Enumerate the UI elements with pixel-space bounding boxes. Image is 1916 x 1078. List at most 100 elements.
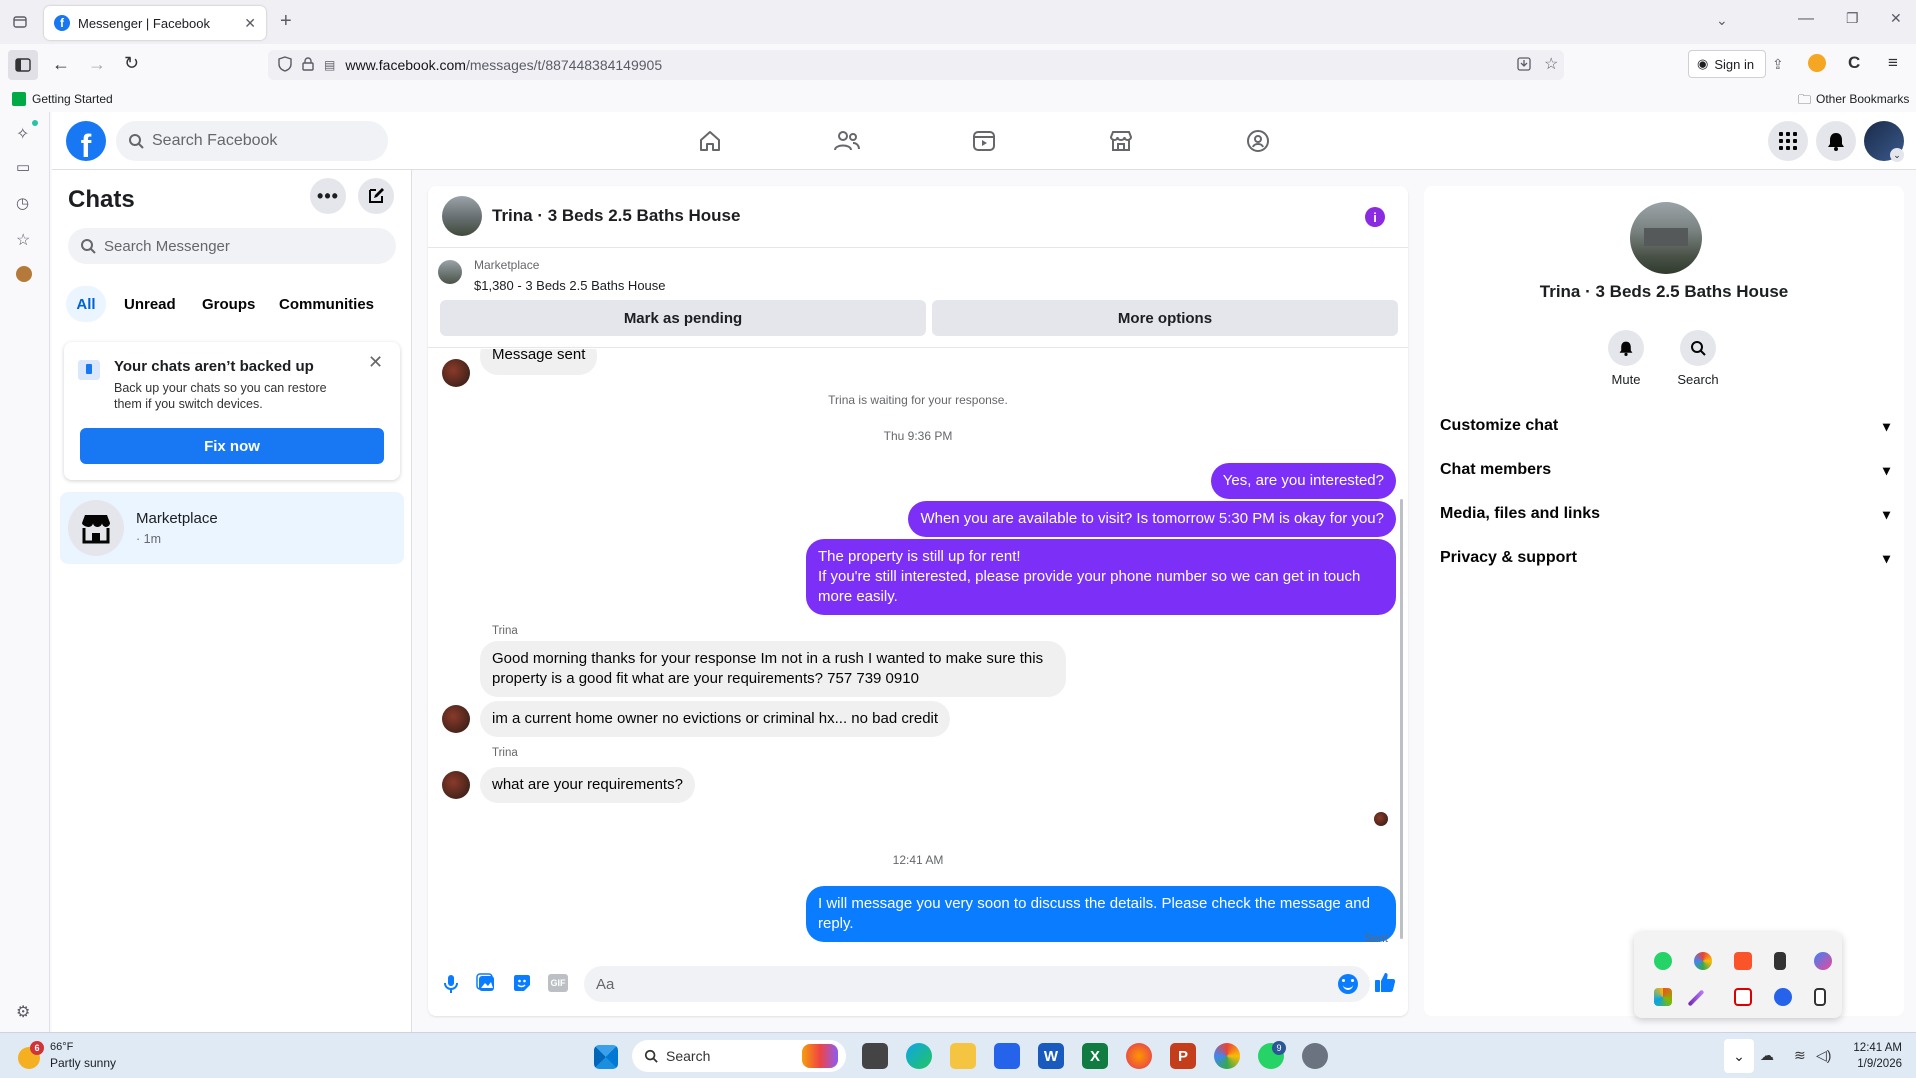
clock-date[interactable]: 1/9/2026 xyxy=(1846,1058,1902,1070)
powerpoint-icon[interactable]: P xyxy=(1170,1043,1196,1069)
bookmark-getting-started[interactable]: Getting Started xyxy=(32,92,113,106)
minimize-button[interactable]: — xyxy=(1798,10,1814,28)
gif-icon[interactable]: GIF xyxy=(548,974,568,992)
facebook-logo-icon[interactable]: f xyxy=(66,121,106,161)
close-window-button[interactable]: ✕ xyxy=(1890,10,1902,27)
details-avatar[interactable] xyxy=(1630,202,1702,274)
store-icon[interactable] xyxy=(994,1043,1020,1069)
share-icon[interactable]: ⇪ xyxy=(1772,56,1784,73)
nav-groups[interactable] xyxy=(1190,112,1326,170)
security-tray-icon[interactable] xyxy=(1774,988,1792,1006)
section-customize-chat[interactable]: Customize chat ▾ xyxy=(1440,408,1890,444)
restore-button[interactable]: ❐ xyxy=(1846,10,1859,27)
reload-icon[interactable]: ↻ xyxy=(124,53,139,74)
nav-friends[interactable] xyxy=(779,112,915,170)
bookmarks-icon[interactable]: ☆ xyxy=(16,230,30,250)
facebook-search-input[interactable]: Search Facebook xyxy=(116,121,388,161)
conversation-title[interactable]: Trina · 3 Beds 2.5 Baths House xyxy=(492,206,740,226)
forward-icon[interactable]: → xyxy=(88,54,106,75)
bookmark-other[interactable]: Other Bookmarks xyxy=(1816,92,1909,106)
volume-icon[interactable]: ◁) xyxy=(1816,1047,1831,1064)
outgoing-message[interactable]: Yes, are you interested? xyxy=(1210,463,1396,499)
filter-all[interactable]: All xyxy=(66,286,106,322)
menu-grid-button[interactable] xyxy=(1768,121,1808,161)
cookie-extension-icon[interactable] xyxy=(16,266,32,282)
copilot-tray-icon[interactable] xyxy=(1814,952,1832,970)
outgoing-message[interactable]: I will message you very soon to discuss … xyxy=(806,886,1396,942)
weather-widget[interactable]: 6 66°F Partly sunny xyxy=(12,1041,152,1073)
info-icon[interactable]: i xyxy=(1365,207,1385,227)
emoji-icon[interactable] xyxy=(1338,974,1358,994)
address-bar[interactable]: ▤ www.facebook.com/messages/t/8874483841… xyxy=(268,50,1564,80)
photo-icon[interactable] xyxy=(476,973,496,996)
tab-overflow-icon[interactable]: ⌄ xyxy=(1716,12,1728,29)
sidebar-settings-icon[interactable]: ⚙ xyxy=(16,1002,30,1022)
edge-icon[interactable] xyxy=(906,1043,932,1069)
brave-tray-icon[interactable] xyxy=(1734,952,1752,970)
mark-as-pending-button[interactable]: Mark as pending xyxy=(440,300,926,336)
wifi-icon[interactable]: ≋ xyxy=(1794,1047,1806,1064)
sticker-icon[interactable] xyxy=(512,973,532,996)
filter-groups[interactable]: Groups xyxy=(202,296,255,313)
new-tab-button[interactable]: + xyxy=(280,10,292,33)
page-info-icon[interactable]: ▤ xyxy=(324,58,335,72)
lock-icon[interactable] xyxy=(302,56,314,74)
app-icon[interactable] xyxy=(1302,1043,1328,1069)
sign-in-button[interactable]: ◉ Sign in xyxy=(1688,50,1766,78)
start-icon[interactable] xyxy=(594,1045,618,1069)
filter-communities[interactable]: Communities xyxy=(279,296,374,313)
chrome-tray-icon[interactable] xyxy=(1694,952,1712,970)
file-explorer-icon[interactable] xyxy=(950,1043,976,1069)
incoming-message[interactable]: im a current home owner no evictions or … xyxy=(480,701,951,737)
close-icon[interactable]: ✕ xyxy=(368,352,383,373)
excel-icon[interactable]: X xyxy=(1082,1043,1108,1069)
browser-tab-messenger[interactable]: f Messenger | Facebook ✕ xyxy=(44,6,266,40)
pen-tray-icon[interactable] xyxy=(1687,989,1705,1007)
usb-tray-icon[interactable] xyxy=(1774,952,1786,970)
chat-list-item-marketplace[interactable]: Marketplace · 1m xyxy=(60,492,404,564)
new-message-button[interactable] xyxy=(358,178,394,214)
conversation-avatar[interactable] xyxy=(442,196,482,236)
more-options-button[interactable]: More options xyxy=(932,300,1398,336)
clock-time[interactable]: 12:41 AM xyxy=(1846,1042,1902,1054)
thumbs-up-icon[interactable] xyxy=(1374,971,1396,996)
sidebar-toggle-icon[interactable] xyxy=(8,50,38,80)
task-view-icon[interactable] xyxy=(862,1043,888,1069)
whatsapp-tray-icon[interactable] xyxy=(1654,952,1672,970)
fix-now-button[interactable]: Fix now xyxy=(80,428,384,464)
message-input[interactable]: Aa xyxy=(584,966,1370,1002)
filter-unread[interactable]: Unread xyxy=(124,296,176,313)
thread-scrollbar[interactable] xyxy=(1400,499,1403,939)
chats-options-button[interactable]: ••• xyxy=(310,178,346,214)
incoming-message[interactable]: what are your requirements? xyxy=(480,767,695,803)
save-to-pocket-icon[interactable] xyxy=(1516,56,1532,75)
bookmark-star-icon[interactable]: ☆ xyxy=(1544,54,1558,74)
back-icon[interactable]: ← xyxy=(52,54,70,75)
message-thread[interactable]: Message sent Trina is waiting for your r… xyxy=(428,349,1408,955)
search-in-conversation-button[interactable] xyxy=(1680,330,1716,366)
menu-icon[interactable]: ≡ xyxy=(1888,53,1898,73)
firefox-icon[interactable] xyxy=(1126,1043,1152,1069)
nav-home[interactable] xyxy=(642,112,778,170)
pdf-tray-icon[interactable] xyxy=(1734,988,1752,1006)
chrome-icon[interactable] xyxy=(1214,1043,1240,1069)
shield-icon[interactable] xyxy=(278,55,292,75)
tray-overflow-button[interactable]: ⌄ xyxy=(1724,1039,1754,1073)
windows-tray-icon[interactable] xyxy=(1654,988,1672,1006)
history-icon[interactable]: ◷ xyxy=(16,194,29,212)
section-media-files-links[interactable]: Media, files and links ▾ xyxy=(1440,496,1890,532)
section-chat-members[interactable]: Chat members ▾ xyxy=(1440,452,1890,488)
mute-button[interactable] xyxy=(1608,330,1644,366)
messenger-search-input[interactable]: Search Messenger xyxy=(68,228,396,264)
copilot-icon[interactable]: C xyxy=(1848,53,1860,73)
incoming-message[interactable]: Good morning thanks for your response Im… xyxy=(480,641,1066,697)
synced-tabs-icon[interactable]: ▭ xyxy=(16,158,30,176)
microphone-icon[interactable] xyxy=(442,974,460,997)
message-sent-bubble[interactable]: Message sent xyxy=(480,349,598,375)
outgoing-message[interactable]: The property is still up for rent! If yo… xyxy=(806,539,1396,615)
ai-chatbot-icon[interactable]: ✧ xyxy=(16,124,29,144)
cloud-off-icon[interactable]: ☁ xyxy=(1760,1047,1774,1064)
nav-watch[interactable] xyxy=(916,112,1052,170)
notifications-button[interactable] xyxy=(1816,121,1856,161)
nav-marketplace[interactable] xyxy=(1053,112,1189,170)
